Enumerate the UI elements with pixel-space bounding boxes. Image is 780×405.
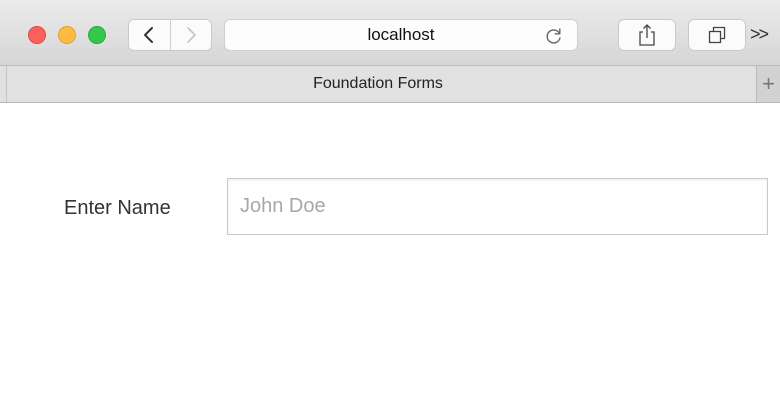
chevron-right-icon: [186, 27, 196, 43]
new-tab-button[interactable]: +: [756, 66, 780, 102]
toolbar-overflow-button[interactable]: >>: [750, 24, 769, 45]
page-content: Enter Name: [0, 103, 780, 405]
share-button[interactable]: [618, 19, 676, 51]
navigation-buttons: [128, 19, 212, 51]
name-input[interactable]: [227, 178, 768, 235]
reload-icon[interactable]: [543, 25, 565, 47]
window-maximize-button[interactable]: [88, 26, 106, 44]
window-close-button[interactable]: [28, 26, 46, 44]
forward-button[interactable]: [169, 20, 211, 50]
tab-overview-button[interactable]: [688, 19, 746, 51]
chevron-left-icon: [144, 27, 154, 43]
address-bar[interactable]: localhost: [224, 19, 578, 51]
browser-window: localhost >> Foundation Forms + Enter Na…: [0, 0, 780, 405]
browser-toolbar: localhost >>: [0, 0, 780, 66]
name-field-label: Enter Name: [64, 197, 171, 219]
tab-foundation-forms[interactable]: Foundation Forms: [0, 66, 756, 102]
share-icon: [639, 24, 655, 46]
address-bar-url: localhost: [367, 25, 435, 44]
tab-bar: Foundation Forms +: [0, 66, 780, 103]
tabs-overview-icon: [708, 26, 726, 44]
back-button[interactable]: [129, 20, 170, 50]
window-minimize-button[interactable]: [58, 26, 76, 44]
